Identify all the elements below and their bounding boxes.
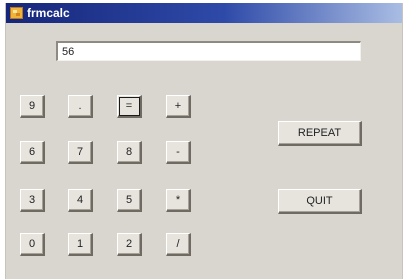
display-field[interactable]: 56 xyxy=(56,41,361,61)
window-title: frmcalc xyxy=(27,6,70,20)
key-1-button[interactable]: 1 xyxy=(68,233,93,256)
key-equals-button[interactable]: = xyxy=(117,95,142,118)
key-3-button[interactable]: 3 xyxy=(20,189,45,212)
key-minus-button[interactable]: - xyxy=(166,141,191,164)
key-decimal-button[interactable]: . xyxy=(68,95,93,118)
form-icon xyxy=(10,7,23,19)
key-divide-button[interactable]: / xyxy=(166,233,191,256)
key-7-button[interactable]: 7 xyxy=(68,141,93,164)
key-8-button[interactable]: 8 xyxy=(117,141,142,164)
key-plus-button[interactable]: + xyxy=(166,95,191,118)
key-5-button[interactable]: 5 xyxy=(117,189,142,212)
repeat-button[interactable]: REPEAT xyxy=(278,121,362,146)
title-bar[interactable]: frmcalc xyxy=(6,3,402,23)
quit-button[interactable]: QUIT xyxy=(278,189,362,214)
key-multiply-button[interactable]: * xyxy=(166,189,191,212)
key-9-button[interactable]: 9 xyxy=(20,95,45,118)
key-4-button[interactable]: 4 xyxy=(68,189,93,212)
key-0-button[interactable]: 0 xyxy=(20,233,45,256)
key-2-button[interactable]: 2 xyxy=(117,233,142,256)
key-6-button[interactable]: 6 xyxy=(20,141,45,164)
calculator-window: frmcalc 56 9 . = + 6 7 8 - 3 4 5 * 0 1 2… xyxy=(5,3,403,279)
